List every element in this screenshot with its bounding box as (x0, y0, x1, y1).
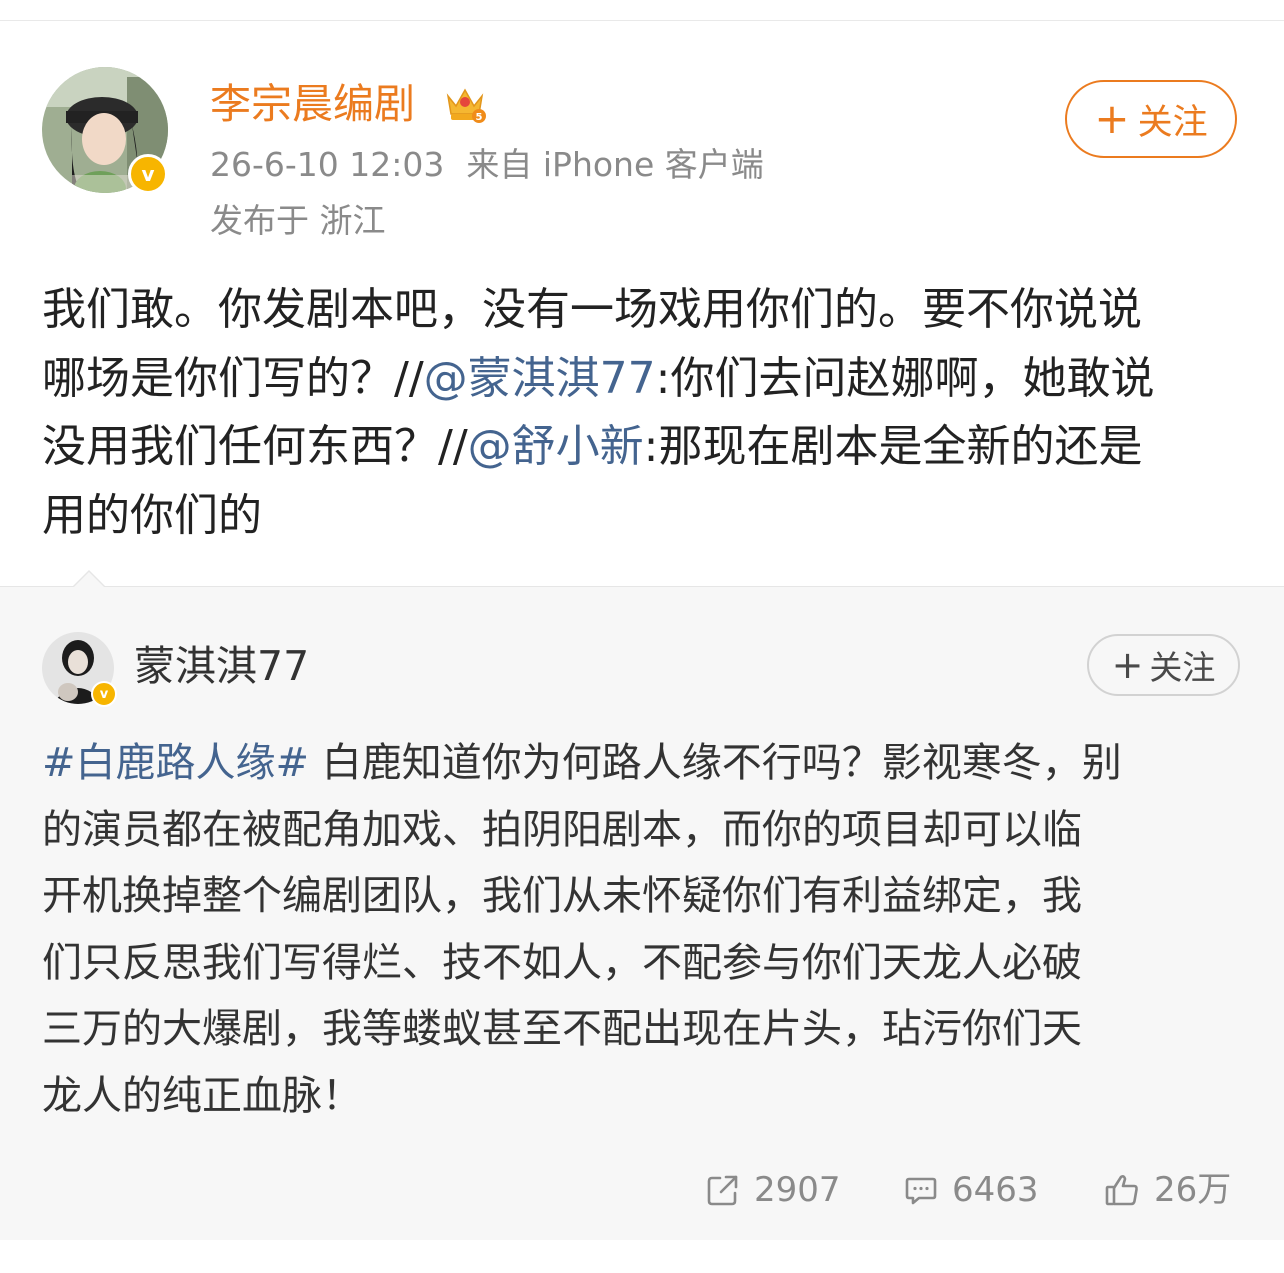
follow-button[interactable]: + 关注 (1065, 80, 1237, 158)
svg-text:5: 5 (476, 112, 483, 123)
retweet-content-line: #白鹿路人缘# 白鹿知道你为何路人缘不行吗？影视寒冬，别 (42, 740, 1122, 786)
mention-link[interactable]: @舒小新 (468, 421, 644, 472)
repost-count: 2907 (754, 1170, 841, 1210)
bottom-strip (0, 1240, 1284, 1273)
verified-badge-icon: v (128, 154, 168, 194)
post-time: 26-6-10 12:03 (210, 145, 445, 184)
retweet-follow-button[interactable]: + 关注 (1087, 634, 1240, 696)
like-count: 26万 (1154, 1170, 1232, 1210)
post-location: 发布于 浙江 (210, 201, 386, 240)
retweet-content-line: 们只反思我们写得烂、技不如人，不配参与你们天龙人必破 (42, 939, 1082, 986)
post-meta: 26-6-10 12:03 来自 iPhone 客户端 (210, 142, 764, 188)
comment-icon (905, 1177, 937, 1205)
plus-icon: + (1094, 94, 1130, 143)
repost-icon (707, 1175, 738, 1206)
retweet-content-line: 三万的大爆剧，我等蝼蚁甚至不配出现在片头，玷污你们天 (42, 1006, 1082, 1052)
plus-icon: + (1111, 643, 1144, 687)
author-name[interactable]: 李宗晨编剧 (210, 76, 415, 132)
post-content-line: 没用我们任何东西？//@舒小新:那现在剧本是全新的还是 (42, 421, 1143, 472)
mention-link[interactable]: @蒙淇淇77 (424, 353, 656, 404)
post-content-line: 我们敢。你发剧本吧，没有一场戏用你们的。要不你说说 (42, 284, 1142, 335)
retweet-content-line: 的演员都在被配角加戏、拍阴阳剧本，而你的项目却可以临 (42, 806, 1082, 853)
post-content: 我们敢。你发剧本吧，没有一场戏用你们的。要不你说说 哪场是你们写的？//@蒙淇淇… (42, 276, 1247, 550)
like-action[interactable]: 26万 (1104, 1168, 1231, 1212)
retweet-content-line: 龙人的纯正血脉！ (42, 1072, 362, 1119)
post-content-line: 哪场是你们写的？//@蒙淇淇77:你们去问赵娜啊，她敢说 (42, 352, 1155, 404)
like-icon (1105, 1175, 1138, 1206)
top-divider (0, 20, 1284, 21)
comment-action[interactable]: 6463 (904, 1168, 1039, 1212)
verified-badge-icon: v (91, 681, 117, 707)
retweet-content-line: 开机换掉整个编剧团队，我们从未怀疑你们有利益绑定，我 (42, 873, 1082, 919)
crown-level-icon: 5 (442, 80, 488, 126)
topic-link[interactable]: #白鹿路人缘# (42, 740, 309, 786)
retweet-content: #白鹿路人缘# 白鹿知道你为何路人缘不行吗？影视寒冬，别 的演员都在被配角加戏、… (42, 730, 1247, 1129)
repost-action[interactable]: 2907 (706, 1168, 841, 1212)
follow-button-label: 关注 (1149, 648, 1216, 687)
follow-button-label: 关注 (1137, 102, 1208, 143)
comment-count: 6463 (952, 1170, 1039, 1210)
retweet-author-name[interactable]: 蒙淇淇77 (134, 640, 309, 692)
post-content-line: 用的你们的 (42, 489, 262, 541)
post-source[interactable]: 来自 iPhone 客户端 (466, 145, 763, 184)
